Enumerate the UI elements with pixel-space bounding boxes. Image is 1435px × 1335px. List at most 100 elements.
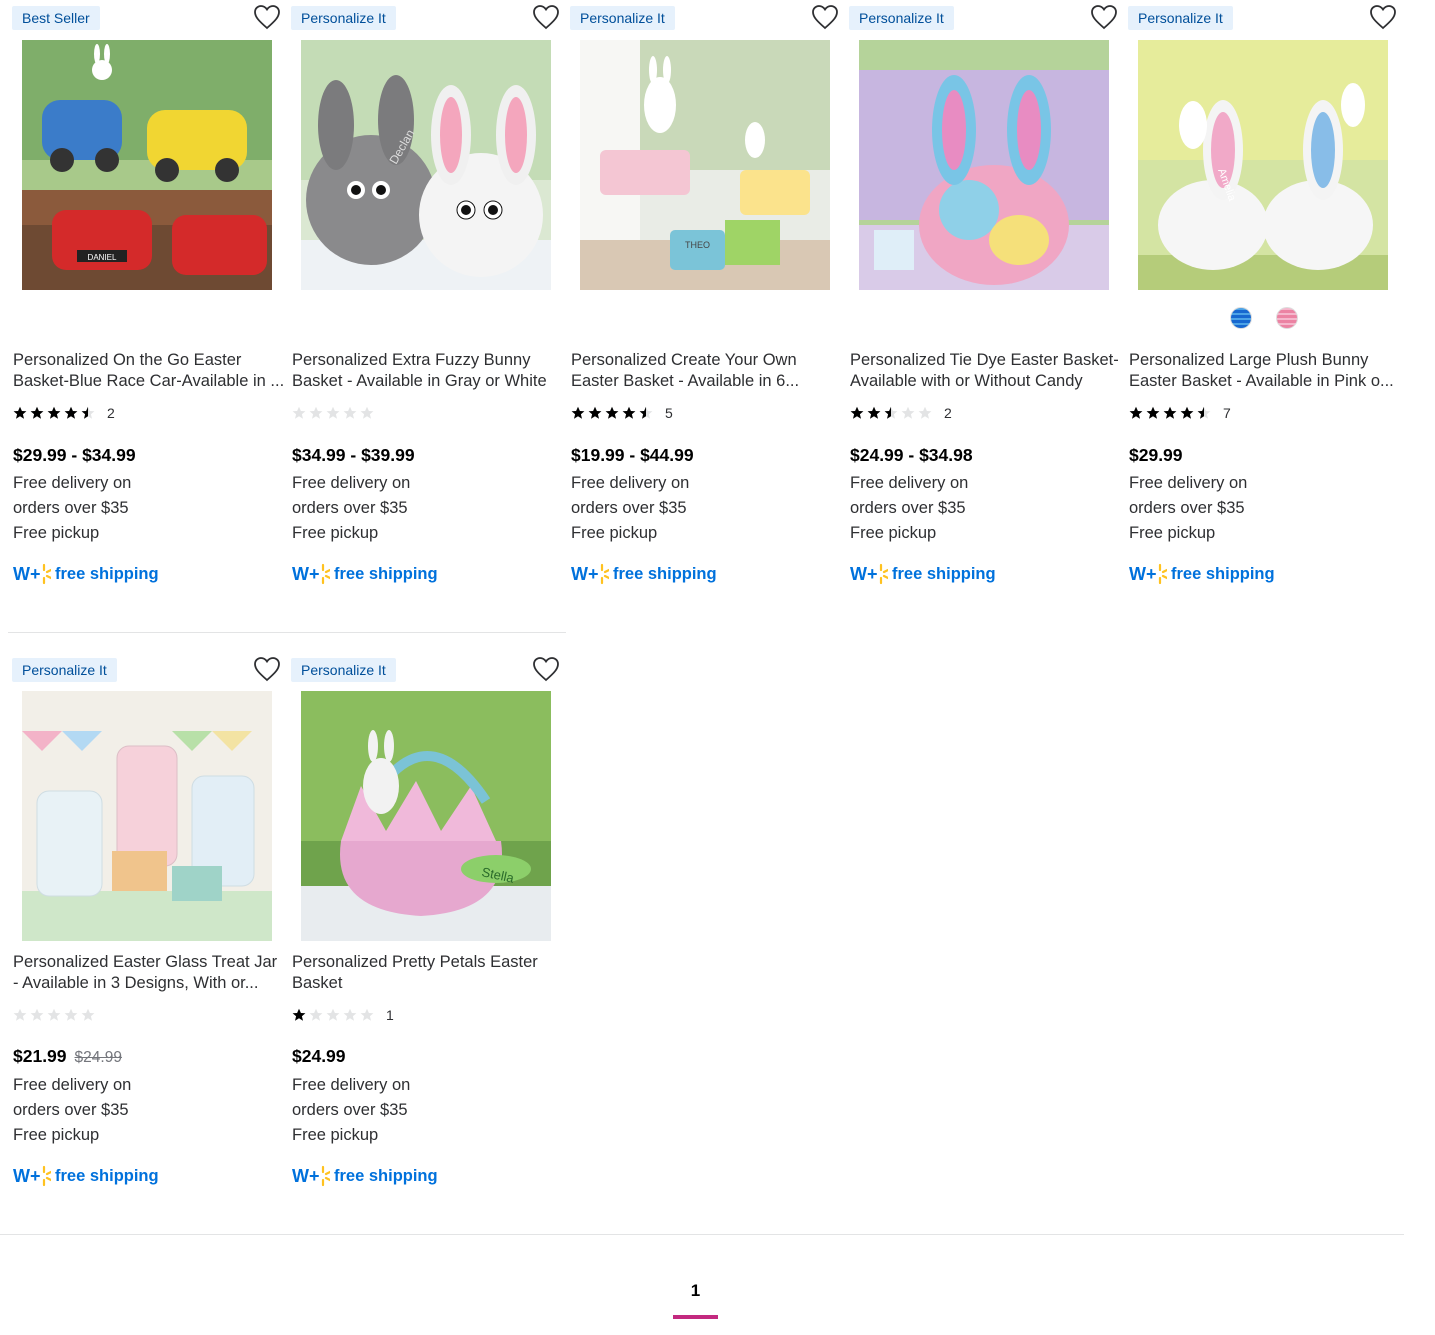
walmart-plus-free-shipping[interactable]: W+ free shipping: [13, 1164, 159, 1188]
product-price: $19.99 - $44.99: [571, 445, 694, 465]
delivery-line-2: orders over $35: [850, 499, 966, 517]
swatch-pink[interactable]: [1275, 307, 1298, 329]
product-card[interactable]: Personalize It Amelia Personalized Large…: [1124, 0, 1403, 600]
product-image[interactable]: [22, 691, 272, 941]
walmart-plus-free-shipping[interactable]: W+ free shipping: [13, 562, 159, 586]
walmart-plus-free-shipping[interactable]: W+ free shipping: [1129, 562, 1275, 586]
delivery-line-2: orders over $35: [292, 499, 408, 517]
product-card[interactable]: Personalize It Stella Personalized Prett…: [287, 652, 566, 1252]
star-empty-icon: [343, 1008, 357, 1021]
rating-stars: [292, 406, 374, 420]
badge-personalize-it: Personalize It: [291, 658, 396, 682]
product-title[interactable]: Personalized On the Go Easter Basket-Blu…: [13, 350, 285, 392]
product-rating: 1: [292, 1007, 394, 1023]
pagination-divider: [0, 1234, 1404, 1235]
product-title[interactable]: Personalized Easter Glass Treat Jar - Av…: [13, 952, 285, 994]
svg-text:W+: W+: [571, 564, 599, 584]
walmart-plus-free-shipping[interactable]: W+ free shipping: [292, 562, 438, 586]
svg-text:W+: W+: [292, 1166, 320, 1186]
star-empty-icon: [13, 1008, 27, 1021]
product-rating: 7: [1129, 405, 1231, 421]
fulfillment-info: Free delivery on orders over $35 Free pi…: [1129, 471, 1247, 546]
star-half-icon: [639, 406, 653, 419]
free-shipping-label: free shipping: [613, 564, 717, 583]
product-price: $21.99 $24.99: [13, 1046, 122, 1066]
walmart-plus-icon: W+: [13, 1164, 51, 1188]
product-image[interactable]: [859, 40, 1109, 290]
star-full-icon: [867, 406, 881, 419]
star-full-icon: [850, 406, 864, 419]
favorite-heart-icon[interactable]: [1369, 4, 1397, 30]
product-image[interactable]: DANIEL: [22, 40, 272, 290]
image-name-text: THEO: [685, 240, 710, 250]
star-empty-icon: [47, 1008, 61, 1021]
product-rating: 2: [850, 405, 952, 421]
rating-stars: [13, 406, 95, 420]
walmart-plus-free-shipping[interactable]: W+ free shipping: [571, 562, 717, 586]
product-title[interactable]: Personalized Pretty Petals Easter Basket: [292, 952, 564, 994]
fulfillment-info: Free delivery on orders over $35 Free pi…: [571, 471, 689, 546]
favorite-heart-icon[interactable]: [811, 4, 839, 30]
pickup-text: Free pickup: [1129, 524, 1216, 542]
pagination-page-current[interactable]: 1: [673, 1281, 718, 1301]
product-image[interactable]: Declan: [301, 40, 551, 290]
rating-stars: [292, 1008, 374, 1022]
star-empty-icon: [360, 406, 374, 419]
favorite-heart-icon[interactable]: [253, 4, 281, 30]
product-price: $24.99: [292, 1046, 346, 1066]
color-swatches: [1124, 307, 1403, 329]
product-title[interactable]: Personalized Tie Dye Easter Basket- Avai…: [850, 350, 1122, 392]
favorite-heart-icon[interactable]: [1090, 4, 1118, 30]
product-card[interactable]: Personalize It THEO Personalized Create …: [566, 0, 845, 600]
row-divider: [8, 632, 566, 633]
product-card[interactable]: Personalize It Declan Personalized Extra…: [287, 0, 566, 600]
pickup-text: Free pickup: [292, 524, 379, 542]
favorite-heart-icon[interactable]: [532, 4, 560, 30]
rating-stars: [571, 406, 653, 420]
star-empty-icon: [309, 406, 323, 419]
product-price: $29.99 - $34.99: [13, 445, 136, 465]
star-half-icon: [81, 406, 95, 419]
product-image[interactable]: Amelia: [1138, 40, 1388, 290]
star-full-icon: [292, 1008, 306, 1021]
walmart-plus-icon: W+: [1129, 562, 1167, 586]
fulfillment-info: Free delivery on orders over $35 Free pi…: [292, 1073, 410, 1148]
favorite-heart-icon[interactable]: [532, 656, 560, 682]
image-name-text: DANIEL: [88, 253, 117, 262]
walmart-plus-free-shipping[interactable]: W+ free shipping: [850, 562, 996, 586]
product-card[interactable]: Personalize It Personalized Easter Glass…: [8, 652, 287, 1252]
swatch-blue[interactable]: [1229, 307, 1252, 329]
product-image[interactable]: Stella: [301, 691, 551, 941]
delivery-line-1: Free delivery on: [850, 474, 969, 492]
star-full-icon: [13, 406, 27, 419]
favorite-heart-icon[interactable]: [253, 656, 281, 682]
product-title[interactable]: Personalized Create Your Own Easter Bask…: [571, 350, 843, 392]
rating-stars: [850, 406, 932, 420]
star-empty-icon: [81, 1008, 95, 1021]
product-card[interactable]: Personalize It Personalized Tie Dye East…: [845, 0, 1124, 600]
delivery-line-2: orders over $35: [292, 1101, 408, 1119]
star-empty-icon: [309, 1008, 323, 1021]
badge-personalize-it: Personalize It: [1128, 6, 1233, 30]
product-rating: [13, 1007, 107, 1023]
delivery-line-1: Free delivery on: [1129, 474, 1248, 492]
product-title[interactable]: Personalized Large Plush Bunny Easter Ba…: [1129, 350, 1401, 392]
product-image[interactable]: THEO: [580, 40, 830, 290]
walmart-plus-icon: W+: [850, 562, 888, 586]
product-title[interactable]: Personalized Extra Fuzzy Bunny Basket - …: [292, 350, 564, 392]
review-count: 1: [386, 1007, 394, 1023]
star-full-icon: [64, 406, 78, 419]
pickup-text: Free pickup: [571, 524, 658, 542]
product-card[interactable]: Best Seller DANIEL Personalized On the G…: [8, 0, 287, 600]
star-full-icon: [571, 406, 585, 419]
product-rating: [292, 405, 386, 421]
delivery-line-1: Free delivery on: [292, 474, 411, 492]
product-price: $24.99 - $34.98: [850, 445, 973, 465]
svg-text:W+: W+: [292, 564, 320, 584]
star-full-icon: [1163, 406, 1177, 419]
walmart-plus-icon: W+: [571, 562, 609, 586]
star-full-icon: [1146, 406, 1160, 419]
walmart-plus-free-shipping[interactable]: W+ free shipping: [292, 1164, 438, 1188]
delivery-line-1: Free delivery on: [13, 1076, 132, 1094]
rating-stars: [13, 1008, 95, 1022]
